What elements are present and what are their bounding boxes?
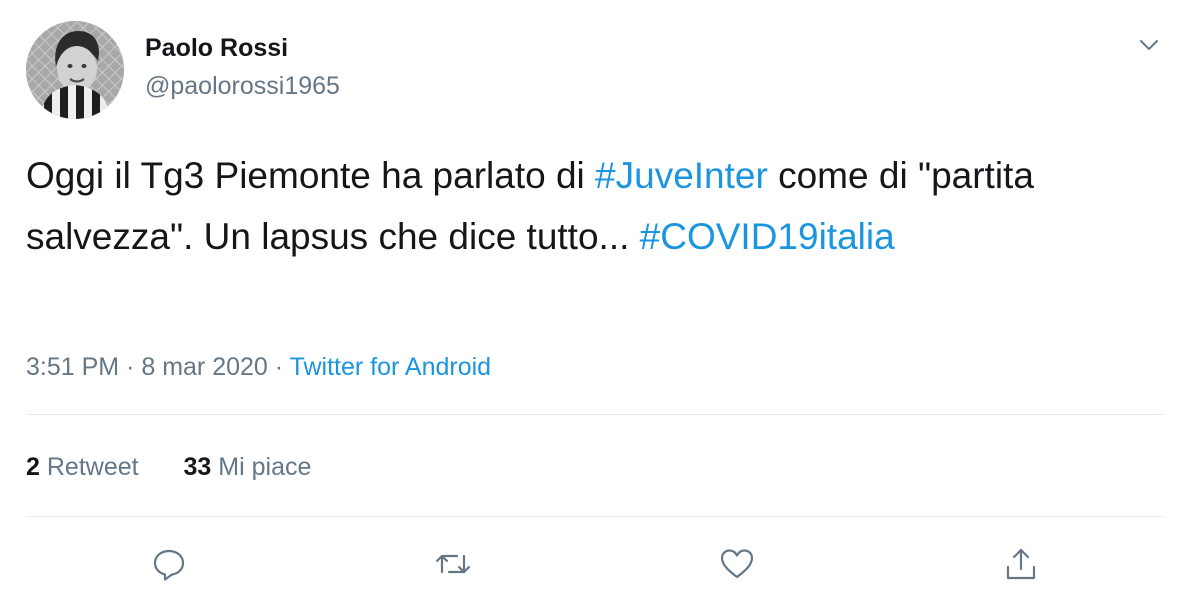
share-icon [1006, 548, 1036, 580]
tweet-time[interactable]: 3:51 PM [26, 353, 119, 381]
display-name[interactable]: Paolo Rossi [145, 30, 340, 66]
tweet-date[interactable]: 8 mar 2020 [141, 353, 267, 381]
divider [26, 414, 1164, 415]
retweet-stat[interactable]: 2 Retweet [26, 449, 139, 485]
avatar-photo [26, 21, 124, 119]
like-label: Mi piace [218, 453, 312, 481]
like-count: 33 [183, 453, 212, 481]
meta-separator: · [274, 353, 284, 381]
retweet-button[interactable] [433, 544, 473, 584]
tweet-meta: 3:51 PM · 8 mar 2020 · Twitter for Andro… [26, 349, 491, 385]
tweet-text-segment: Oggi il Tg3 Piemonte ha parlato di [26, 155, 596, 196]
retweet-label: Retweet [46, 453, 139, 481]
meta-separator: · [126, 353, 135, 381]
heart-icon [720, 549, 754, 579]
tweet-stats: 2 Retweet 33 Mi piace [26, 449, 349, 485]
tweet-text: Oggi il Tg3 Piemonte ha parlato di #Juve… [26, 145, 1166, 267]
hashtag-link[interactable]: #COVID19italia [640, 216, 895, 257]
like-stat[interactable]: 33 Mi piace [184, 449, 312, 485]
hashtag-link[interactable]: #JuveInter [595, 155, 768, 196]
avatar[interactable] [26, 21, 124, 119]
author-info: Paolo Rossi @paolorossi1965 [145, 30, 340, 104]
retweet-count: 2 [26, 453, 40, 481]
share-button[interactable] [1001, 544, 1041, 584]
reply-button[interactable] [149, 544, 189, 584]
source-link[interactable]: Twitter for Android [290, 353, 491, 381]
divider [26, 516, 1164, 517]
user-handle[interactable]: @paolorossi1965 [145, 68, 340, 104]
tweet-card: Paolo Rossi @paolorossi1965 Oggi il Tg3 … [0, 0, 1200, 614]
chevron-down-icon[interactable] [1136, 32, 1162, 58]
like-button[interactable] [717, 544, 757, 584]
reply-icon [153, 549, 185, 581]
retweet-icon [435, 554, 471, 574]
